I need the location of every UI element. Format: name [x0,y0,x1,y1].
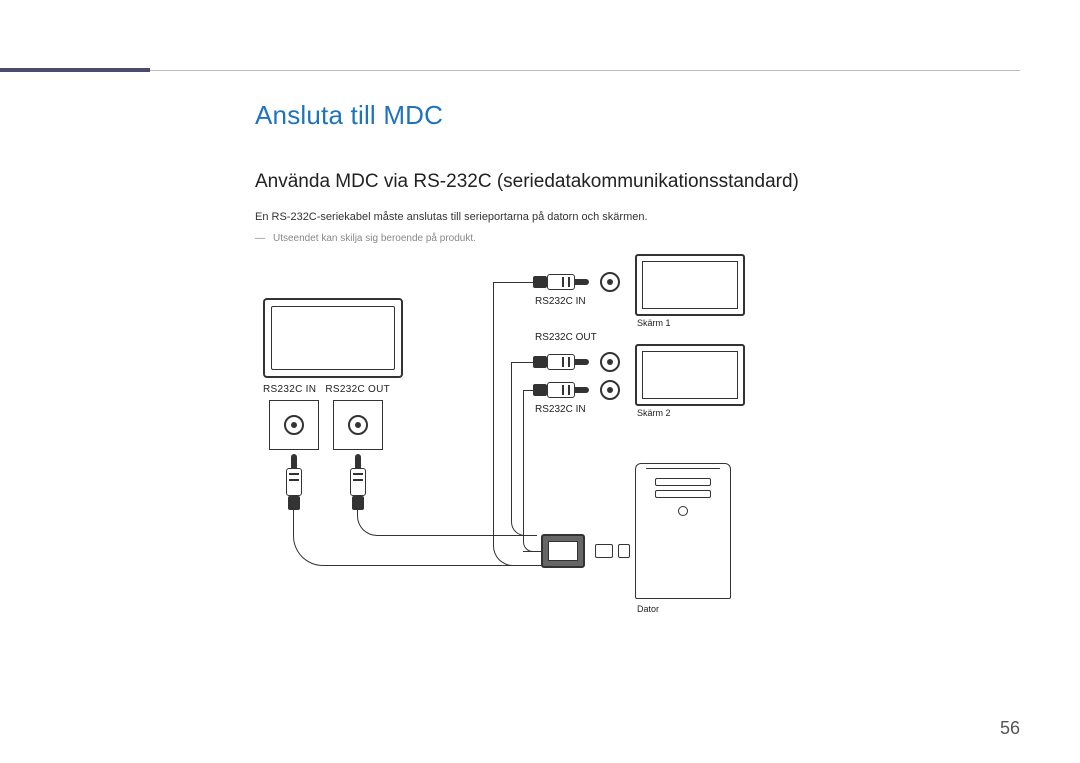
label-screen-2: Skärm 2 [637,408,671,418]
db9-pins-icon [595,544,613,558]
port-circle-icon [600,380,620,400]
label-computer: Dator [637,604,659,614]
accent-bar [0,68,150,72]
cable-icon [523,551,543,552]
page-number: 56 [1000,718,1020,739]
label-rs232c-in-top: RS232C IN [535,296,586,307]
port-circle-icon [600,352,620,372]
stereo-plug-icon [286,454,302,510]
display-2-icon [635,344,745,406]
port-rs232c-in-icon [269,400,319,450]
stereo-plug-icon [533,354,589,370]
serial-port-icon [618,544,630,558]
port-rs232c-out-icon [333,400,383,450]
label-screen-1: Skärm 1 [637,318,671,328]
connection-diagram: RS232C IN RS232C OUT RS232C IN RS232C OU… [255,268,815,648]
port-circle-icon [600,272,620,292]
page-note: Utseendet kan skilja sig beroende på pro… [255,233,1020,244]
header-divider [150,70,1020,71]
page-title: Ansluta till MDC [255,100,1020,131]
page-body: En RS-232C-seriekabel måste anslutas til… [255,211,1020,223]
cable-icon [357,506,527,536]
computer-tower-icon [635,463,731,599]
cable-icon [493,282,537,283]
page-content: Ansluta till MDC Använda MDC via RS-232C… [255,100,1020,648]
left-port-labels: RS232C IN RS232C OUT [263,384,390,395]
label-rs232c-in-left: RS232C IN [263,384,316,395]
stereo-plug-icon [533,382,589,398]
label-rs232c-out: RS232C OUT [535,332,597,343]
stereo-plug-icon [533,274,589,290]
display-1-icon [635,254,745,316]
stereo-plug-icon [350,454,366,510]
display-main-icon [263,298,403,378]
page-subtitle: Använda MDC via RS-232C (seriedatakommun… [255,171,1020,193]
label-rs232c-out-left: RS232C OUT [325,384,390,395]
db9-connector-icon [541,534,585,568]
label-rs232c-in-bottom: RS232C IN [535,404,586,415]
